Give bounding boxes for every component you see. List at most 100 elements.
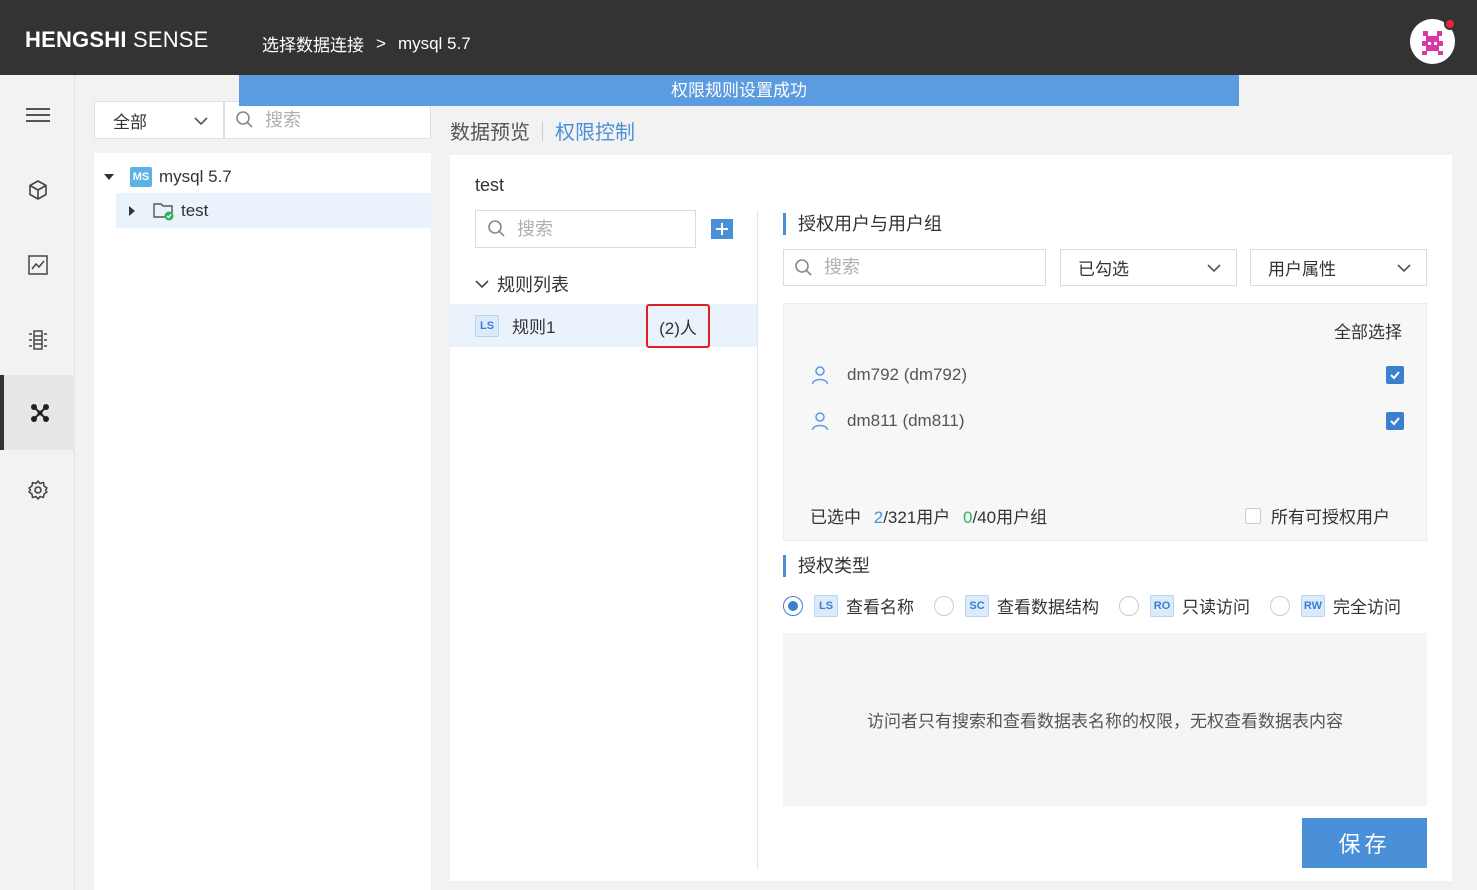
- mysql-badge: MS: [130, 166, 152, 187]
- rule-name: 规则1: [512, 318, 556, 337]
- gear-icon: [27, 479, 48, 500]
- auth-type-view-structure[interactable]: SC 查看数据结构: [934, 593, 1099, 618]
- user-name: dm811 (dm811): [847, 411, 965, 430]
- database-folder-icon: [153, 202, 174, 220]
- auth-type-view-name[interactable]: LS 查看名称: [783, 593, 914, 618]
- plus-icon: [716, 223, 728, 235]
- breadcrumb-item-current: mysql 5.7: [397, 33, 471, 53]
- tree-node-label: test: [181, 200, 209, 220]
- rule-item[interactable]: LS 规则1: [450, 304, 757, 347]
- connection-icon: [30, 403, 49, 422]
- dataset-icon: [28, 329, 47, 350]
- rules-header-label: 规则列表: [497, 275, 569, 295]
- user-item[interactable]: dm811 (dm811): [810, 406, 1404, 436]
- nav-menu[interactable]: [0, 77, 75, 152]
- filter-value: 全部: [113, 112, 147, 132]
- user-checkbox[interactable]: [1386, 366, 1404, 384]
- all-authorized-users-option[interactable]: 所有可授权用户: [1245, 503, 1390, 528]
- user-item[interactable]: dm792 (dm792): [810, 360, 1404, 390]
- app-logo[interactable]: HENGSHI SENSE: [25, 27, 209, 53]
- notification-dot: [1444, 18, 1456, 30]
- save-button[interactable]: 保存: [1302, 818, 1427, 868]
- caret-right-icon[interactable]: [127, 205, 137, 217]
- top-bar: HENGSHI SENSE 选择数据连接 > mysql 5.7: [0, 0, 1477, 75]
- rule-search: [475, 210, 696, 248]
- select-all-link[interactable]: 全部选择: [1334, 318, 1402, 343]
- breadcrumb: 选择数据连接 > mysql 5.7: [262, 31, 471, 56]
- nav-settings[interactable]: [0, 452, 75, 527]
- user-search: [783, 249, 1046, 286]
- auth-type-badge: RO: [1150, 594, 1174, 617]
- panel-divider: [757, 210, 758, 870]
- user-icon: [811, 366, 829, 385]
- auth-type-read-only[interactable]: RO 只读访问: [1119, 593, 1250, 618]
- groups-selected-count: 0: [963, 508, 973, 527]
- users-list-box: 全部选择 dm792 (dm792) dm811 (dm811) 已选中 2/3…: [783, 303, 1427, 541]
- chevron-down-icon: [1207, 264, 1221, 273]
- rules-list-header[interactable]: 规则列表: [475, 271, 569, 297]
- permission-panel: test 规则列表 LS 规则1 (2)人 授权用户与用户组 已勾选: [450, 155, 1452, 881]
- auth-type-description: 访问者只有搜索和查看数据表名称的权限，无权查看数据表内容: [783, 633, 1427, 806]
- rule-search-input[interactable]: [517, 218, 687, 240]
- auth-type-label: 查看数据结构: [997, 598, 1099, 617]
- all-authorized-checkbox[interactable]: [1245, 507, 1261, 524]
- rule-user-count: (2)人: [646, 304, 710, 348]
- nav-apps[interactable]: [0, 152, 75, 227]
- tree-node-test[interactable]: test: [116, 193, 431, 228]
- chevron-down-icon: [475, 280, 489, 289]
- cube-icon: [28, 179, 47, 200]
- connection-filter-select[interactable]: 全部: [94, 101, 224, 139]
- breadcrumb-separator: >: [376, 33, 386, 53]
- users-total: /321用户: [883, 508, 951, 527]
- checked-filter-select[interactable]: 已勾选: [1060, 249, 1237, 286]
- auth-type-full-access[interactable]: RW 完全访问: [1270, 593, 1401, 618]
- search-icon: [795, 258, 812, 276]
- caret-down-icon[interactable]: [103, 171, 115, 183]
- main-tabs: 数据预览 权限控制: [450, 116, 635, 145]
- auth-type-label: 完全访问: [1333, 598, 1401, 617]
- auth-users-title: 授权用户与用户组: [783, 213, 942, 235]
- add-rule-button[interactable]: [711, 219, 733, 239]
- radio-button[interactable]: [934, 595, 954, 616]
- sidebar-search: [224, 101, 431, 139]
- chevron-down-icon: [1397, 264, 1411, 273]
- user-attribute-select[interactable]: 用户属性: [1250, 249, 1427, 286]
- user-avatar[interactable]: [1410, 18, 1456, 64]
- user-attribute-value: 用户属性: [1268, 260, 1336, 279]
- user-checkbox[interactable]: [1386, 412, 1404, 430]
- radio-button[interactable]: [783, 595, 803, 616]
- nav-datasets[interactable]: [0, 302, 75, 377]
- tree-node-mysql[interactable]: MS mysql 5.7: [94, 159, 431, 194]
- auth-type-badge: LS: [814, 594, 838, 617]
- summary-prefix: 已选中: [810, 508, 861, 527]
- tree-node-label: mysql 5.7: [159, 166, 232, 186]
- auth-type-label: 查看名称: [846, 598, 914, 617]
- rule-type-badge: LS: [475, 314, 499, 337]
- chevron-down-icon: [194, 117, 208, 126]
- groups-total: /40用户组: [972, 508, 1048, 527]
- check-icon: [1390, 371, 1400, 380]
- left-nav: [0, 75, 75, 890]
- tab-permission-control[interactable]: 权限控制: [555, 116, 635, 145]
- sidebar-search-input[interactable]: [265, 109, 425, 131]
- selection-summary: 已选中 2/321用户 0/40用户组: [810, 503, 1047, 528]
- user-name: dm792 (dm792): [847, 365, 968, 384]
- panel-title: test: [475, 175, 505, 195]
- nav-data-connections[interactable]: [0, 375, 75, 450]
- check-icon: [1390, 417, 1400, 426]
- user-search-input[interactable]: [824, 257, 1024, 278]
- radio-button[interactable]: [1119, 595, 1139, 616]
- breadcrumb-item-connections[interactable]: 选择数据连接: [262, 31, 364, 56]
- search-icon: [236, 111, 253, 128]
- checked-filter-value: 已勾选: [1078, 260, 1129, 279]
- menu-icon: [25, 107, 50, 122]
- tab-data-preview[interactable]: 数据预览: [450, 116, 530, 145]
- connection-tree: MS mysql 5.7 test: [94, 153, 431, 890]
- chart-icon: [27, 254, 48, 275]
- radio-button[interactable]: [1270, 595, 1290, 616]
- tab-separator: [542, 120, 543, 141]
- auth-type-badge: RW: [1301, 594, 1325, 617]
- all-authorized-label: 所有可授权用户: [1271, 508, 1390, 527]
- auth-type-title: 授权类型: [783, 555, 870, 577]
- nav-dashboard[interactable]: [0, 227, 75, 302]
